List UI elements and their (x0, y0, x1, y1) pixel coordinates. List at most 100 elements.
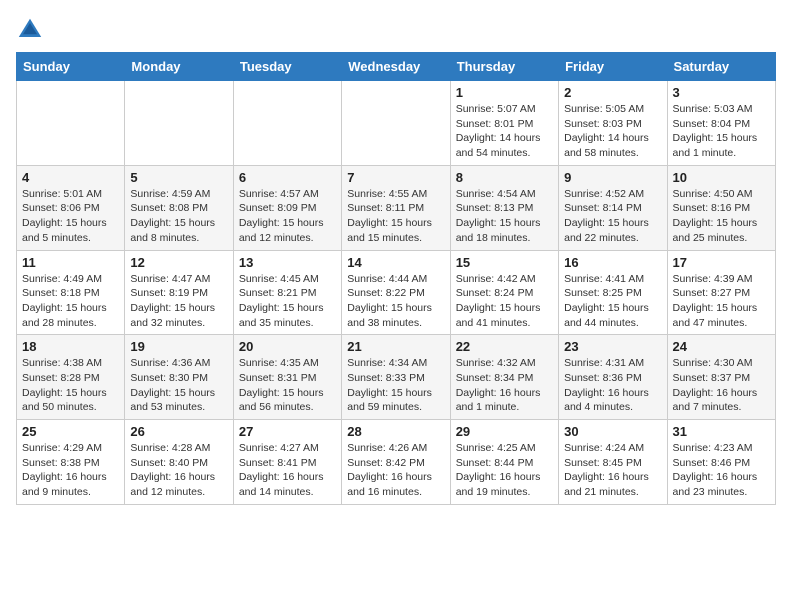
day-number: 10 (673, 170, 770, 185)
day-info: Sunrise: 4:39 AMSunset: 8:27 PMDaylight:… (673, 272, 770, 331)
calendar-cell: 31 Sunrise: 4:23 AMSunset: 8:46 PMDayligh… (667, 420, 775, 505)
day-number: 12 (130, 255, 227, 270)
calendar-cell: 28 Sunrise: 4:26 AMSunset: 8:42 PMDayligh… (342, 420, 450, 505)
day-info: Sunrise: 4:25 AMSunset: 8:44 PMDaylight:… (456, 441, 553, 500)
calendar-cell: 18 Sunrise: 4:38 AMSunset: 8:28 PMDayligh… (17, 335, 125, 420)
calendar-cell: 11 Sunrise: 4:49 AMSunset: 8:18 PMDayligh… (17, 250, 125, 335)
calendar-cell: 15Sunrise: 4:42 AMSunset: 8:24 PMDayligh… (450, 250, 558, 335)
calendar-cell: 1 Sunrise: 5:07 AMSunset: 8:01 PMDaylight… (450, 81, 558, 166)
calendar-cell: 2 Sunrise: 5:05 AMSunset: 8:03 PMDaylight… (559, 81, 667, 166)
day-info: Sunrise: 5:03 AMSunset: 8:04 PMDaylight:… (673, 102, 770, 161)
day-info: Sunrise: 4:31 AMSunset: 8:36 PMDaylight:… (564, 356, 661, 415)
weekday-header: Saturday (667, 53, 775, 81)
calendar-cell: 12 Sunrise: 4:47 AMSunset: 8:19 PMDayligh… (125, 250, 233, 335)
day-info: Sunrise: 4:55 AMSunset: 8:11 PMDaylight:… (347, 187, 444, 246)
day-number: 27 (239, 424, 336, 439)
calendar-cell: 27 Sunrise: 4:27 AMSunset: 8:41 PMDayligh… (233, 420, 341, 505)
day-number: 24 (673, 339, 770, 354)
logo (16, 16, 48, 44)
calendar-cell: 3 Sunrise: 5:03 AMSunset: 8:04 PMDaylight… (667, 81, 775, 166)
calendar-cell: 9 Sunrise: 4:52 AMSunset: 8:14 PMDaylight… (559, 165, 667, 250)
calendar-cell: 30 Sunrise: 4:24 AMSunset: 8:45 PMDayligh… (559, 420, 667, 505)
logo-icon (16, 16, 44, 44)
day-number: 15 (456, 255, 553, 270)
weekday-header: Monday (125, 53, 233, 81)
day-number: 5 (130, 170, 227, 185)
day-info: Sunrise: 5:05 AMSunset: 8:03 PMDaylight:… (564, 102, 661, 161)
day-info: Sunrise: 4:27 AMSunset: 8:41 PMDaylight:… (239, 441, 336, 500)
calendar-cell: 13 Sunrise: 4:45 AMSunset: 8:21 PMDayligh… (233, 250, 341, 335)
weekday-header: Friday (559, 53, 667, 81)
day-number: 16 (564, 255, 661, 270)
calendar-table: SundayMondayTuesdayWednesdayThursdayFrid… (16, 52, 776, 505)
day-number: 11 (22, 255, 119, 270)
day-info: Sunrise: 4:54 AMSunset: 8:13 PMDaylight:… (456, 187, 553, 246)
day-number: 7 (347, 170, 444, 185)
calendar-cell (17, 81, 125, 166)
day-number: 3 (673, 85, 770, 100)
calendar-cell: 21 Sunrise: 4:34 AMSunset: 8:33 PMDayligh… (342, 335, 450, 420)
day-number: 21 (347, 339, 444, 354)
day-number: 13 (239, 255, 336, 270)
day-number: 8 (456, 170, 553, 185)
day-number: 29 (456, 424, 553, 439)
calendar-cell: 14 Sunrise: 4:44 AMSunset: 8:22 PMDayligh… (342, 250, 450, 335)
day-info: Sunrise: 4:49 AMSunset: 8:18 PMDaylight:… (22, 272, 119, 331)
day-info: Sunrise: 4:35 AMSunset: 8:31 PMDaylight:… (239, 356, 336, 415)
calendar-cell: 25 Sunrise: 4:29 AMSunset: 8:38 PMDayligh… (17, 420, 125, 505)
day-info: Sunrise: 4:38 AMSunset: 8:28 PMDaylight:… (22, 356, 119, 415)
day-number: 14 (347, 255, 444, 270)
day-info: Sunrise: 4:45 AMSunset: 8:21 PMDaylight:… (239, 272, 336, 331)
calendar-cell (125, 81, 233, 166)
day-number: 6 (239, 170, 336, 185)
day-info: Sunrise: 4:44 AMSunset: 8:22 PMDaylight:… (347, 272, 444, 331)
day-number: 20 (239, 339, 336, 354)
day-number: 1 (456, 85, 553, 100)
calendar-cell: 17Sunrise: 4:39 AMSunset: 8:27 PMDayligh… (667, 250, 775, 335)
day-info: Sunrise: 5:07 AMSunset: 8:01 PMDaylight:… (456, 102, 553, 161)
calendar-cell: 4Sunrise: 5:01 AMSunset: 8:06 PMDaylight… (17, 165, 125, 250)
calendar-cell: 24 Sunrise: 4:30 AMSunset: 8:37 PMDayligh… (667, 335, 775, 420)
calendar-week-row: 1 Sunrise: 5:07 AMSunset: 8:01 PMDaylight… (17, 81, 776, 166)
calendar-header-row: SundayMondayTuesdayWednesdayThursdayFrid… (17, 53, 776, 81)
day-info: Sunrise: 4:32 AMSunset: 8:34 PMDaylight:… (456, 356, 553, 415)
weekday-header: Thursday (450, 53, 558, 81)
day-info: Sunrise: 4:59 AMSunset: 8:08 PMDaylight:… (130, 187, 227, 246)
day-number: 25 (22, 424, 119, 439)
day-info: Sunrise: 4:47 AMSunset: 8:19 PMDaylight:… (130, 272, 227, 331)
day-number: 2 (564, 85, 661, 100)
calendar-cell: 29 Sunrise: 4:25 AMSunset: 8:44 PMDayligh… (450, 420, 558, 505)
day-number: 30 (564, 424, 661, 439)
calendar-week-row: 18 Sunrise: 4:38 AMSunset: 8:28 PMDayligh… (17, 335, 776, 420)
day-info: Sunrise: 4:23 AMSunset: 8:46 PMDaylight:… (673, 441, 770, 500)
day-number: 22 (456, 339, 553, 354)
day-number: 9 (564, 170, 661, 185)
calendar-week-row: 4Sunrise: 5:01 AMSunset: 8:06 PMDaylight… (17, 165, 776, 250)
day-info: Sunrise: 4:29 AMSunset: 8:38 PMDaylight:… (22, 441, 119, 500)
day-number: 23 (564, 339, 661, 354)
calendar-cell (342, 81, 450, 166)
day-info: Sunrise: 4:30 AMSunset: 8:37 PMDaylight:… (673, 356, 770, 415)
calendar-cell: 5 Sunrise: 4:59 AMSunset: 8:08 PMDaylight… (125, 165, 233, 250)
calendar-cell: 26 Sunrise: 4:28 AMSunset: 8:40 PMDayligh… (125, 420, 233, 505)
calendar-week-row: 11 Sunrise: 4:49 AMSunset: 8:18 PMDayligh… (17, 250, 776, 335)
day-info: Sunrise: 4:24 AMSunset: 8:45 PMDaylight:… (564, 441, 661, 500)
weekday-header: Tuesday (233, 53, 341, 81)
day-info: Sunrise: 4:28 AMSunset: 8:40 PMDaylight:… (130, 441, 227, 500)
day-number: 26 (130, 424, 227, 439)
day-info: Sunrise: 4:34 AMSunset: 8:33 PMDaylight:… (347, 356, 444, 415)
day-number: 19 (130, 339, 227, 354)
calendar-cell: 10Sunrise: 4:50 AMSunset: 8:16 PMDayligh… (667, 165, 775, 250)
page-header (16, 16, 776, 44)
day-info: Sunrise: 4:52 AMSunset: 8:14 PMDaylight:… (564, 187, 661, 246)
day-number: 18 (22, 339, 119, 354)
calendar-cell: 22 Sunrise: 4:32 AMSunset: 8:34 PMDayligh… (450, 335, 558, 420)
calendar-cell (233, 81, 341, 166)
calendar-cell: 23 Sunrise: 4:31 AMSunset: 8:36 PMDayligh… (559, 335, 667, 420)
calendar-week-row: 25 Sunrise: 4:29 AMSunset: 8:38 PMDayligh… (17, 420, 776, 505)
day-info: Sunrise: 4:36 AMSunset: 8:30 PMDaylight:… (130, 356, 227, 415)
day-number: 28 (347, 424, 444, 439)
day-number: 4 (22, 170, 119, 185)
day-number: 31 (673, 424, 770, 439)
day-info: Sunrise: 4:26 AMSunset: 8:42 PMDaylight:… (347, 441, 444, 500)
